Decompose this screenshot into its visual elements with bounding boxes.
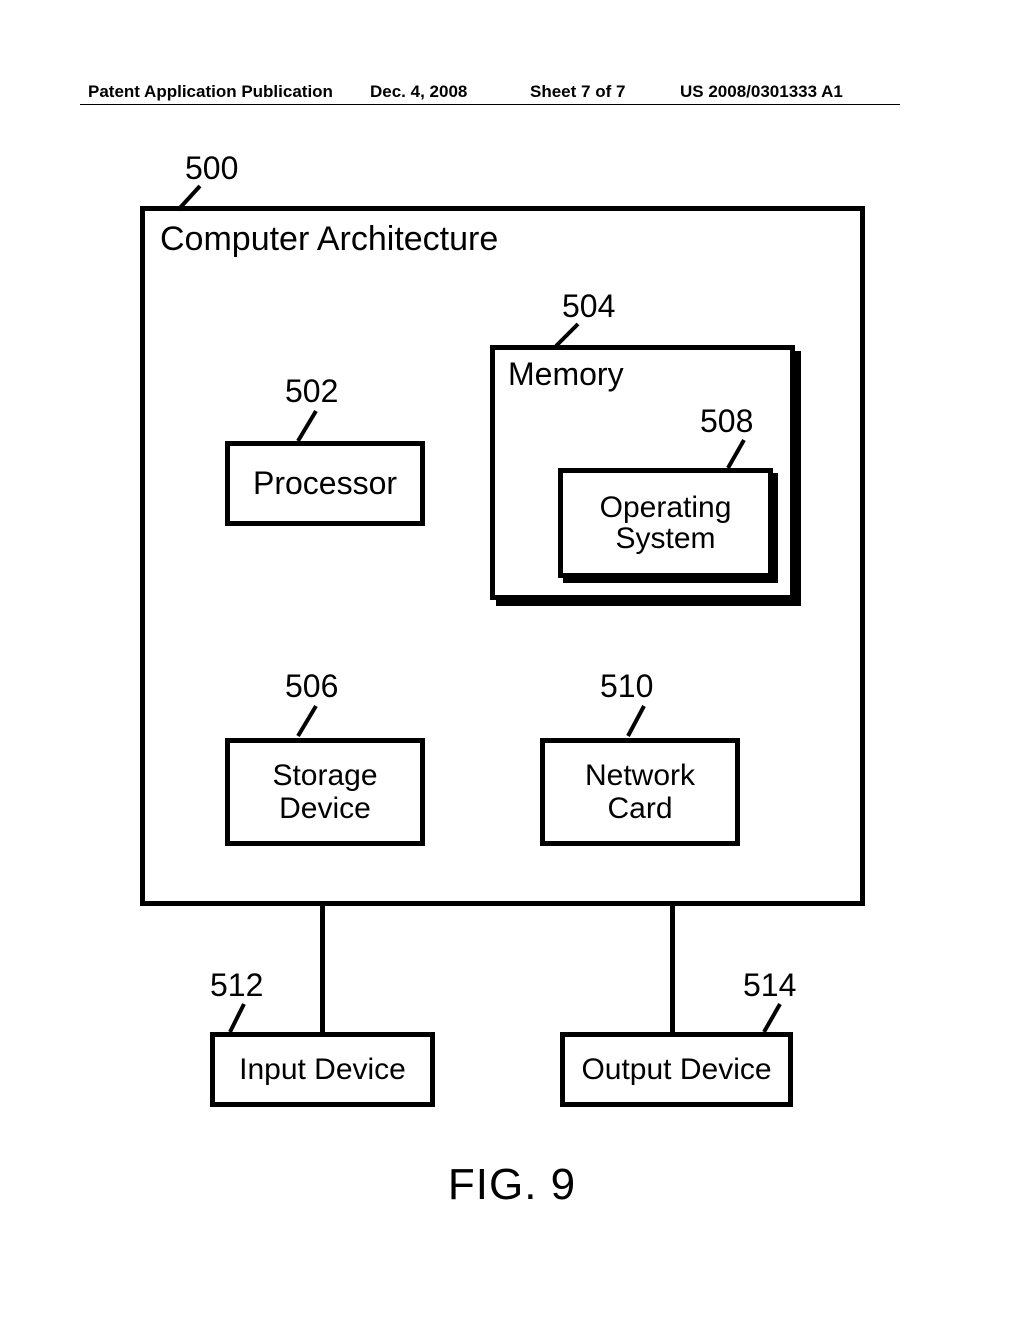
lead-508	[722, 436, 752, 472]
connector-output	[670, 906, 675, 1032]
network-card-label: NetworkCard	[585, 759, 695, 825]
storage-device-box: StorageDevice	[225, 738, 425, 846]
ref-508: 508	[700, 403, 753, 440]
lead-502	[290, 405, 330, 445]
output-device-label: Output Device	[581, 1053, 771, 1087]
ref-512: 512	[210, 967, 263, 1004]
header-date: Dec. 4, 2008	[370, 82, 467, 102]
lead-500	[170, 180, 210, 220]
connector-input	[320, 906, 325, 1032]
ref-514: 514	[743, 967, 796, 1004]
header-pubno: US 2008/0301333 A1	[680, 82, 843, 102]
operating-system-label: OperatingSystem	[600, 492, 732, 555]
figure-caption: FIG. 9	[0, 1160, 1024, 1210]
header-sheet: Sheet 7 of 7	[530, 82, 625, 102]
output-device-box: Output Device	[560, 1032, 793, 1107]
lead-514	[758, 1000, 788, 1036]
operating-system-box: OperatingSystem	[558, 468, 773, 578]
network-card-box: NetworkCard	[540, 738, 740, 846]
input-device-label: Input Device	[239, 1053, 406, 1087]
processor-label: Processor	[253, 465, 397, 502]
memory-label: Memory	[508, 356, 624, 393]
header-publication: Patent Application Publication	[88, 82, 333, 102]
patent-figure-page: Patent Application Publication Dec. 4, 2…	[0, 0, 1024, 1320]
lead-506	[290, 700, 330, 740]
lead-510	[622, 700, 652, 740]
computer-architecture-label: Computer Architecture	[160, 220, 498, 259]
input-device-box: Input Device	[210, 1032, 435, 1107]
storage-device-label: StorageDevice	[272, 759, 377, 825]
processor-box: Processor	[225, 441, 425, 526]
header-rule	[80, 104, 900, 105]
lead-512	[226, 1000, 256, 1036]
